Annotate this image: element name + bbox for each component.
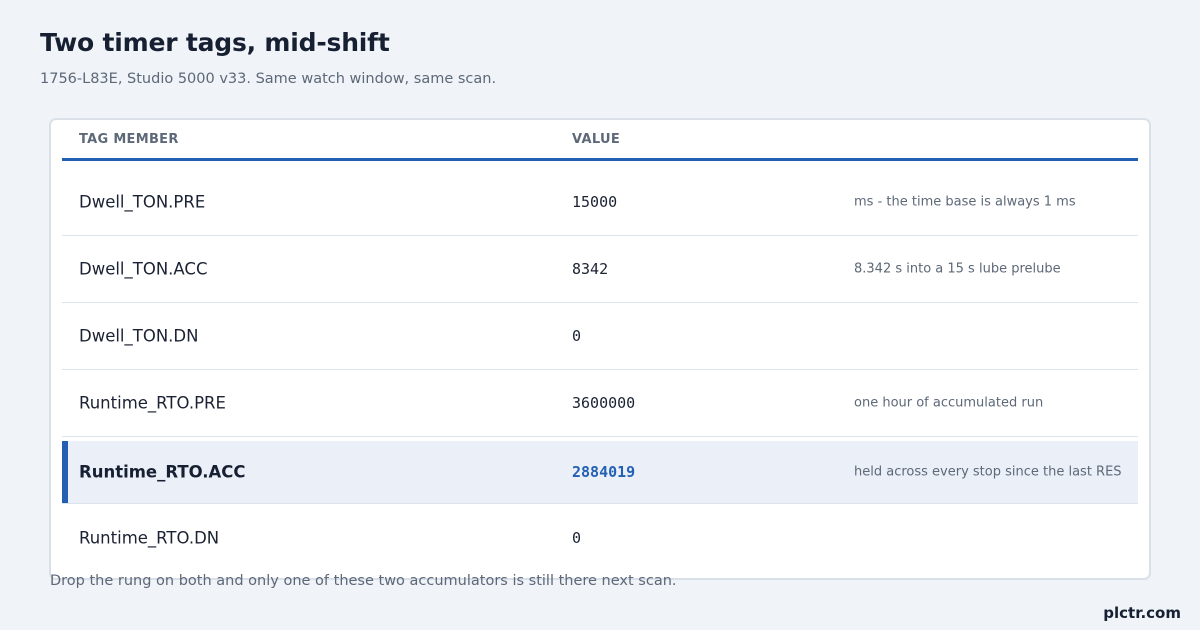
note-cell: held across every stop since the last RE… bbox=[854, 464, 1122, 480]
table-row-highlighted: Runtime_RTO.ACC 2884019 held across ever… bbox=[62, 441, 1138, 504]
table-row: Dwell_TON.ACC 8342 8.342 s into a 15 s l… bbox=[62, 236, 1138, 303]
value-cell: 15000 bbox=[572, 193, 618, 211]
note-cell: ms - the time base is always 1 ms bbox=[854, 194, 1076, 210]
tag-member-cell: Runtime_RTO.ACC bbox=[79, 462, 246, 482]
column-header-tag-member: TAG MEMBER bbox=[79, 132, 179, 147]
value-cell: 0 bbox=[572, 528, 582, 547]
note-cell: 8.342 s into a 15 s lube prelube bbox=[854, 261, 1061, 277]
column-header-value: VALUE bbox=[572, 132, 620, 147]
note-cell: one hour of accumulated run bbox=[854, 395, 1044, 411]
footnote: Drop the rung on both and only one of th… bbox=[50, 573, 677, 589]
table-header: TAG MEMBER VALUE bbox=[62, 120, 1138, 161]
value-cell: 8342 bbox=[572, 260, 609, 278]
brand-logo-text: plctr.com bbox=[1103, 604, 1181, 622]
table-row: Runtime_RTO.PRE 3600000 one hour of accu… bbox=[62, 370, 1138, 437]
watch-table-card: TAG MEMBER VALUE Dwell_TON.PRE 15000 ms … bbox=[49, 118, 1151, 580]
table-row: Dwell_TON.DN 0 bbox=[62, 303, 1138, 370]
value-cell: 0 bbox=[572, 327, 582, 345]
table-row: Runtime_RTO.DN 0 bbox=[62, 504, 1138, 571]
page-title: Two timer tags, mid-shift bbox=[40, 28, 390, 57]
tag-member-cell: Runtime_RTO.DN bbox=[79, 528, 220, 547]
value-cell: 3600000 bbox=[572, 394, 636, 412]
page-subtitle: 1756-L83E, Studio 5000 v33. Same watch w… bbox=[40, 71, 497, 87]
table-row: Dwell_TON.PRE 15000 ms - the time base i… bbox=[62, 169, 1138, 236]
tag-member-cell: Runtime_RTO.PRE bbox=[79, 393, 226, 413]
table-body: Dwell_TON.PRE 15000 ms - the time base i… bbox=[62, 169, 1138, 571]
tag-member-cell: Dwell_TON.PRE bbox=[79, 192, 206, 212]
tag-member-cell: Dwell_TON.DN bbox=[79, 326, 199, 346]
tag-member-cell: Dwell_TON.ACC bbox=[79, 259, 208, 279]
page: Two timer tags, mid-shift 1756-L83E, Stu… bbox=[0, 0, 1200, 630]
value-cell: 2884019 bbox=[572, 463, 636, 481]
